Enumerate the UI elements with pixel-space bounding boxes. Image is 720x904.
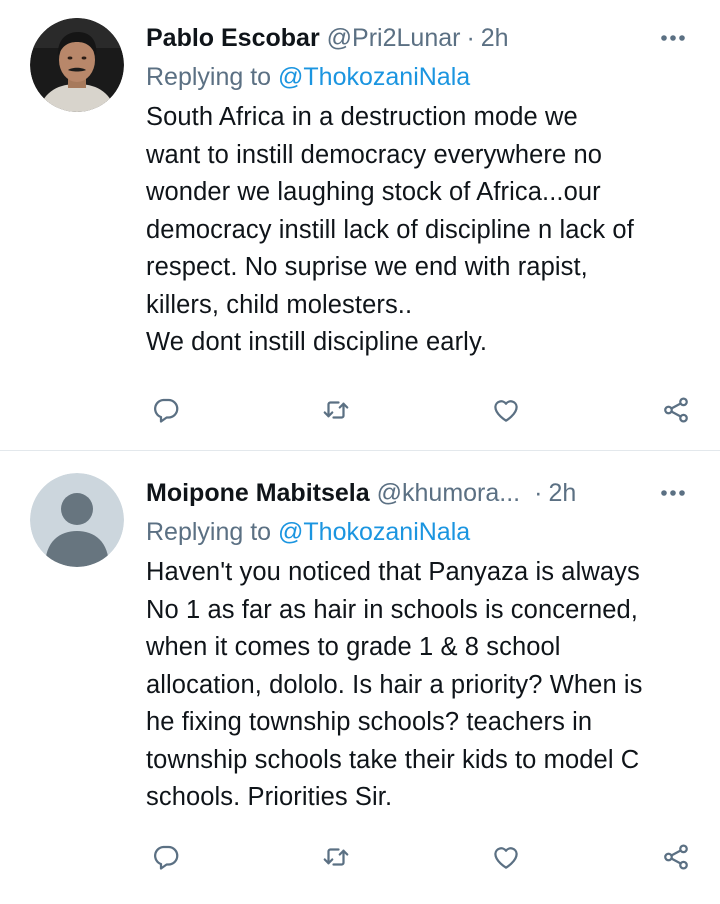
tweet-actions [146, 390, 696, 430]
tweet-header: Pablo Escobar @Pri2Lunar · 2h [146, 18, 696, 58]
replying-to-mention[interactable]: @ThokozaniNala [278, 63, 470, 91]
heart-icon[interactable] [486, 390, 526, 430]
share-icon[interactable] [656, 837, 696, 877]
separator-dot: · [466, 23, 475, 52]
avatar-column [30, 473, 146, 904]
replying-to-line: Replying to @ThokozaniNala [146, 58, 696, 96]
tweet-actions [146, 837, 696, 877]
tweet-content: Pablo Escobar @Pri2Lunar · 2h Replying t… [146, 18, 696, 450]
heart-icon[interactable] [486, 837, 526, 877]
avatar-column [30, 18, 146, 450]
reply-icon[interactable] [146, 390, 186, 430]
timestamp[interactable]: 2h [481, 24, 509, 53]
tweet-text: Haven't you noticed that Panyaza is alwa… [146, 558, 643, 811]
reply-icon[interactable] [146, 837, 186, 877]
replying-to-mention[interactable]: @ThokozaniNala [278, 518, 470, 546]
display-name[interactable]: Pablo Escobar [146, 24, 320, 53]
retweet-icon[interactable] [316, 837, 356, 877]
more-horizontal-icon[interactable] [658, 479, 688, 507]
tweet[interactable]: Moipone Mabitsela @khumora... · 2h Reply… [0, 451, 720, 904]
tweet[interactable]: Pablo Escobar @Pri2Lunar · 2h Replying t… [0, 0, 720, 451]
tweet-text: South Africa in a destruction mode we wa… [146, 103, 634, 356]
user-handle[interactable]: @Pri2Lunar [327, 24, 461, 53]
avatar[interactable] [30, 473, 124, 567]
separator-dot: · [534, 478, 543, 507]
more-horizontal-icon[interactable] [658, 24, 688, 52]
tweet-header: Moipone Mabitsela @khumora... · 2h [146, 473, 696, 513]
replying-to-line: Replying to @ThokozaniNala [146, 513, 696, 551]
replying-to-label: Replying to [146, 518, 272, 546]
replying-to-label: Replying to [146, 63, 272, 91]
display-name[interactable]: Moipone Mabitsela [146, 479, 370, 508]
user-handle[interactable]: @khumora... [377, 479, 520, 508]
timestamp[interactable]: 2h [548, 479, 576, 508]
tweet-feed: Pablo Escobar @Pri2Lunar · 2h Replying t… [0, 0, 720, 904]
share-icon[interactable] [656, 390, 696, 430]
retweet-icon[interactable] [316, 390, 356, 430]
avatar[interactable] [30, 18, 124, 112]
